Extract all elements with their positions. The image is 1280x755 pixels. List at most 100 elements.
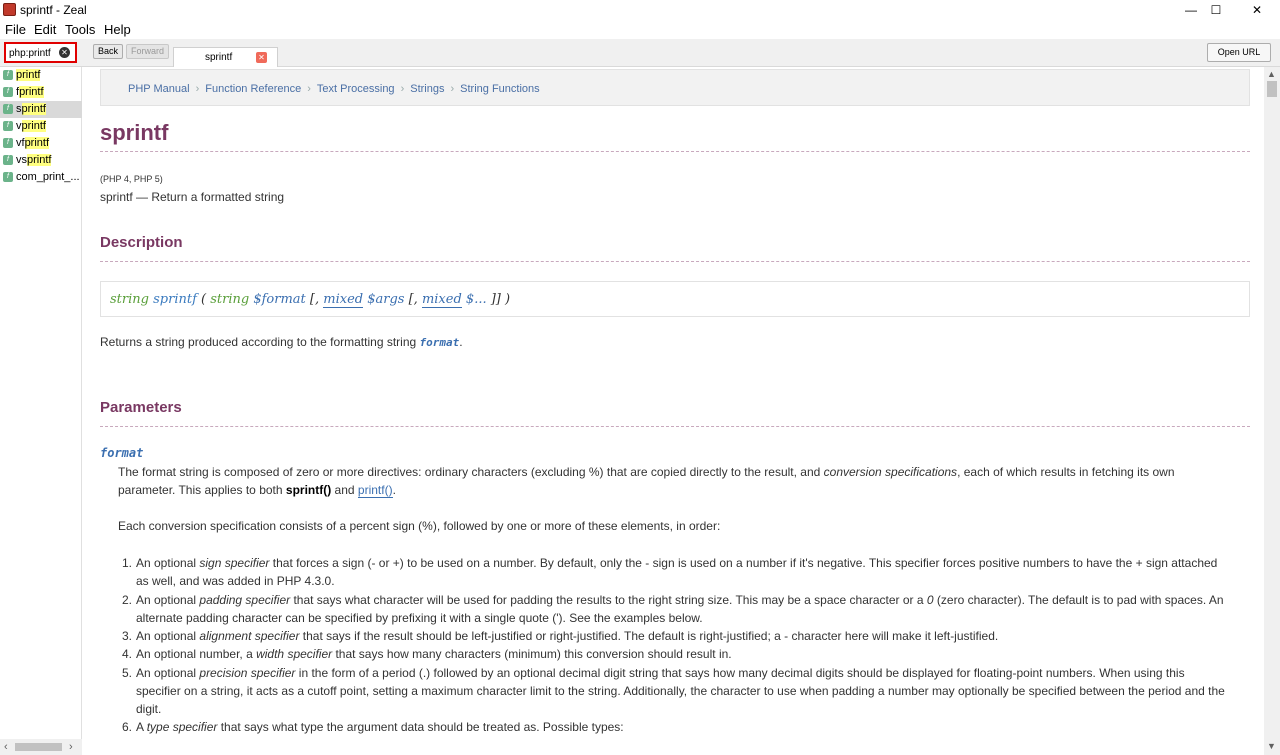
returns-text: Returns a string produced according to t… — [100, 335, 463, 349]
list-em: 0 — [926, 593, 934, 607]
result-label: com_print_... — [16, 171, 80, 183]
divider — [100, 261, 1250, 262]
list-text: that says how many characters (minimum) … — [332, 647, 732, 661]
param-reference: format — [419, 336, 460, 349]
returns-sentence: Returns a string produced according to t… — [100, 335, 420, 349]
divider — [100, 151, 1250, 152]
scrollbar-thumb[interactable] — [1267, 81, 1277, 97]
divider — [100, 426, 1250, 427]
function-icon: f — [3, 87, 13, 97]
menu-bar: File Edit Tools Help — [0, 20, 1280, 39]
param-description: The format string is composed of zero or… — [118, 463, 1228, 499]
result-item-printf[interactable]: f printf — [0, 67, 82, 84]
param-var: $args — [367, 292, 405, 307]
result-item-com-print[interactable]: f com_print_... — [0, 169, 82, 186]
result-item-vsprintf[interactable]: f vsprintf — [0, 152, 82, 169]
description-heading: Description — [100, 234, 183, 251]
list-text: An optional — [136, 556, 200, 570]
list-text: that says what type the argument data sh… — [217, 720, 624, 734]
list-text: An optional number, a — [136, 647, 257, 661]
result-label-highlight: printf — [24, 137, 50, 149]
breadcrumb-link[interactable]: Function Reference — [205, 83, 301, 95]
menu-tools[interactable]: Tools — [65, 22, 95, 37]
breadcrumb-link[interactable]: Text Processing — [317, 83, 395, 95]
search-input[interactable] — [9, 46, 59, 60]
mixed-type-link[interactable]: mixed — [421, 292, 462, 308]
forward-button[interactable]: Forward — [126, 44, 170, 59]
return-type: string — [110, 292, 149, 307]
tab-sprintf[interactable]: sprintf ✕ — [173, 47, 278, 67]
menu-edit[interactable]: Edit — [34, 22, 56, 37]
menu-file[interactable]: File — [5, 22, 26, 37]
method-synopsis: string sprintf ( string $format [, mixed… — [100, 281, 1250, 317]
close-window-button[interactable]: ✕ — [1234, 0, 1280, 20]
param-var: $... — [465, 292, 487, 307]
sidebar-horizontal-scrollbar[interactable]: ‹ › — [0, 739, 82, 755]
breadcrumb-link[interactable]: Strings — [410, 83, 444, 95]
scroll-left-icon[interactable]: ‹ — [4, 741, 8, 753]
list-text: that says what character will be used fo… — [290, 593, 927, 607]
list-text: An optional — [136, 666, 200, 680]
content-vertical-scrollbar[interactable]: ▲ ▼ — [1264, 67, 1280, 755]
list-text: that forces a sign (- or +) to be used o… — [136, 556, 1218, 588]
result-item-vprintf[interactable]: f vprintf — [0, 118, 82, 135]
printf-link[interactable]: printf() — [357, 483, 393, 498]
open-url-button[interactable]: Open URL — [1207, 43, 1271, 62]
sprintf-ref: sprintf() — [285, 483, 332, 497]
menu-help[interactable]: Help — [104, 22, 131, 37]
list-text: A — [136, 720, 147, 734]
function-icon: f — [3, 104, 13, 114]
param-desc-em: conversion specifications — [823, 465, 958, 479]
returns-end: . — [459, 335, 463, 349]
result-label-prefix: vs — [16, 154, 27, 166]
function-icon: f — [3, 121, 13, 131]
list-em: precision specifier — [199, 666, 296, 680]
clear-search-icon[interactable]: ✕ — [59, 47, 70, 58]
param-term-format: format — [100, 446, 144, 460]
list-number: 1. — [121, 556, 132, 570]
list-em: alignment specifier — [199, 629, 300, 643]
back-button[interactable]: Back — [93, 44, 124, 59]
documentation-view: PHP Manual › Function Reference › Text Proce… — [83, 67, 1263, 755]
tab-close-icon[interactable]: ✕ — [256, 52, 267, 63]
list-em: sign specifier — [199, 556, 270, 570]
breadcrumb-link[interactable]: PHP Manual — [128, 83, 190, 95]
tab-label: sprintf — [205, 52, 233, 63]
result-label-prefix: v — [16, 120, 22, 132]
result-item-fprintf[interactable]: f fprintf — [0, 84, 82, 101]
breadcrumb-link[interactable]: String Functions — [460, 83, 539, 95]
list-em: width specifier — [256, 647, 333, 661]
result-label-prefix: s — [16, 103, 22, 115]
result-item-sprintf[interactable]: f sprintf — [0, 101, 82, 118]
mixed-type-link[interactable]: mixed — [323, 292, 364, 308]
syn-punct: ( — [196, 292, 211, 307]
maximize-button[interactable]: ☐ — [1193, 0, 1239, 20]
result-label-highlight: printf — [21, 120, 46, 132]
list-text: in the form of a period (.) followed by … — [136, 666, 1225, 716]
result-label-highlight: printf — [21, 103, 46, 115]
list-number: 5. — [121, 666, 132, 680]
result-label-highlight: printf — [16, 69, 41, 81]
scrollbar-thumb[interactable] — [15, 743, 62, 751]
page-title: sprintf — [100, 120, 169, 145]
scroll-right-icon[interactable]: › — [69, 741, 73, 753]
list-em: type specifier — [146, 720, 218, 734]
scroll-down-icon[interactable]: ▼ — [1267, 741, 1276, 751]
result-item-vfprintf[interactable]: f vfprintf — [0, 135, 82, 152]
list-em: padding specifier — [199, 593, 291, 607]
scroll-up-icon[interactable]: ▲ — [1267, 69, 1276, 79]
ref-purpose: sprintf — Return a formatted string — [100, 190, 285, 204]
param-desc-text: The format string is composed of zero or… — [118, 465, 824, 479]
list-text: An optional — [136, 629, 200, 643]
function-icon: f — [3, 172, 13, 182]
param-type: string — [210, 292, 250, 307]
parameters-heading: Parameters — [100, 399, 182, 416]
result-label-highlight: printf — [19, 86, 44, 98]
window-title: sprintf - Zeal — [20, 3, 87, 17]
list-number: 2. — [121, 593, 132, 607]
syn-punct: ]] ) — [486, 292, 511, 307]
list-text: An optional — [136, 593, 200, 607]
toolbar: ✕ Back Forward sprintf ✕ Open URL — [0, 39, 1280, 67]
result-label-prefix: vf — [16, 137, 25, 149]
param-var: $format — [253, 292, 306, 307]
